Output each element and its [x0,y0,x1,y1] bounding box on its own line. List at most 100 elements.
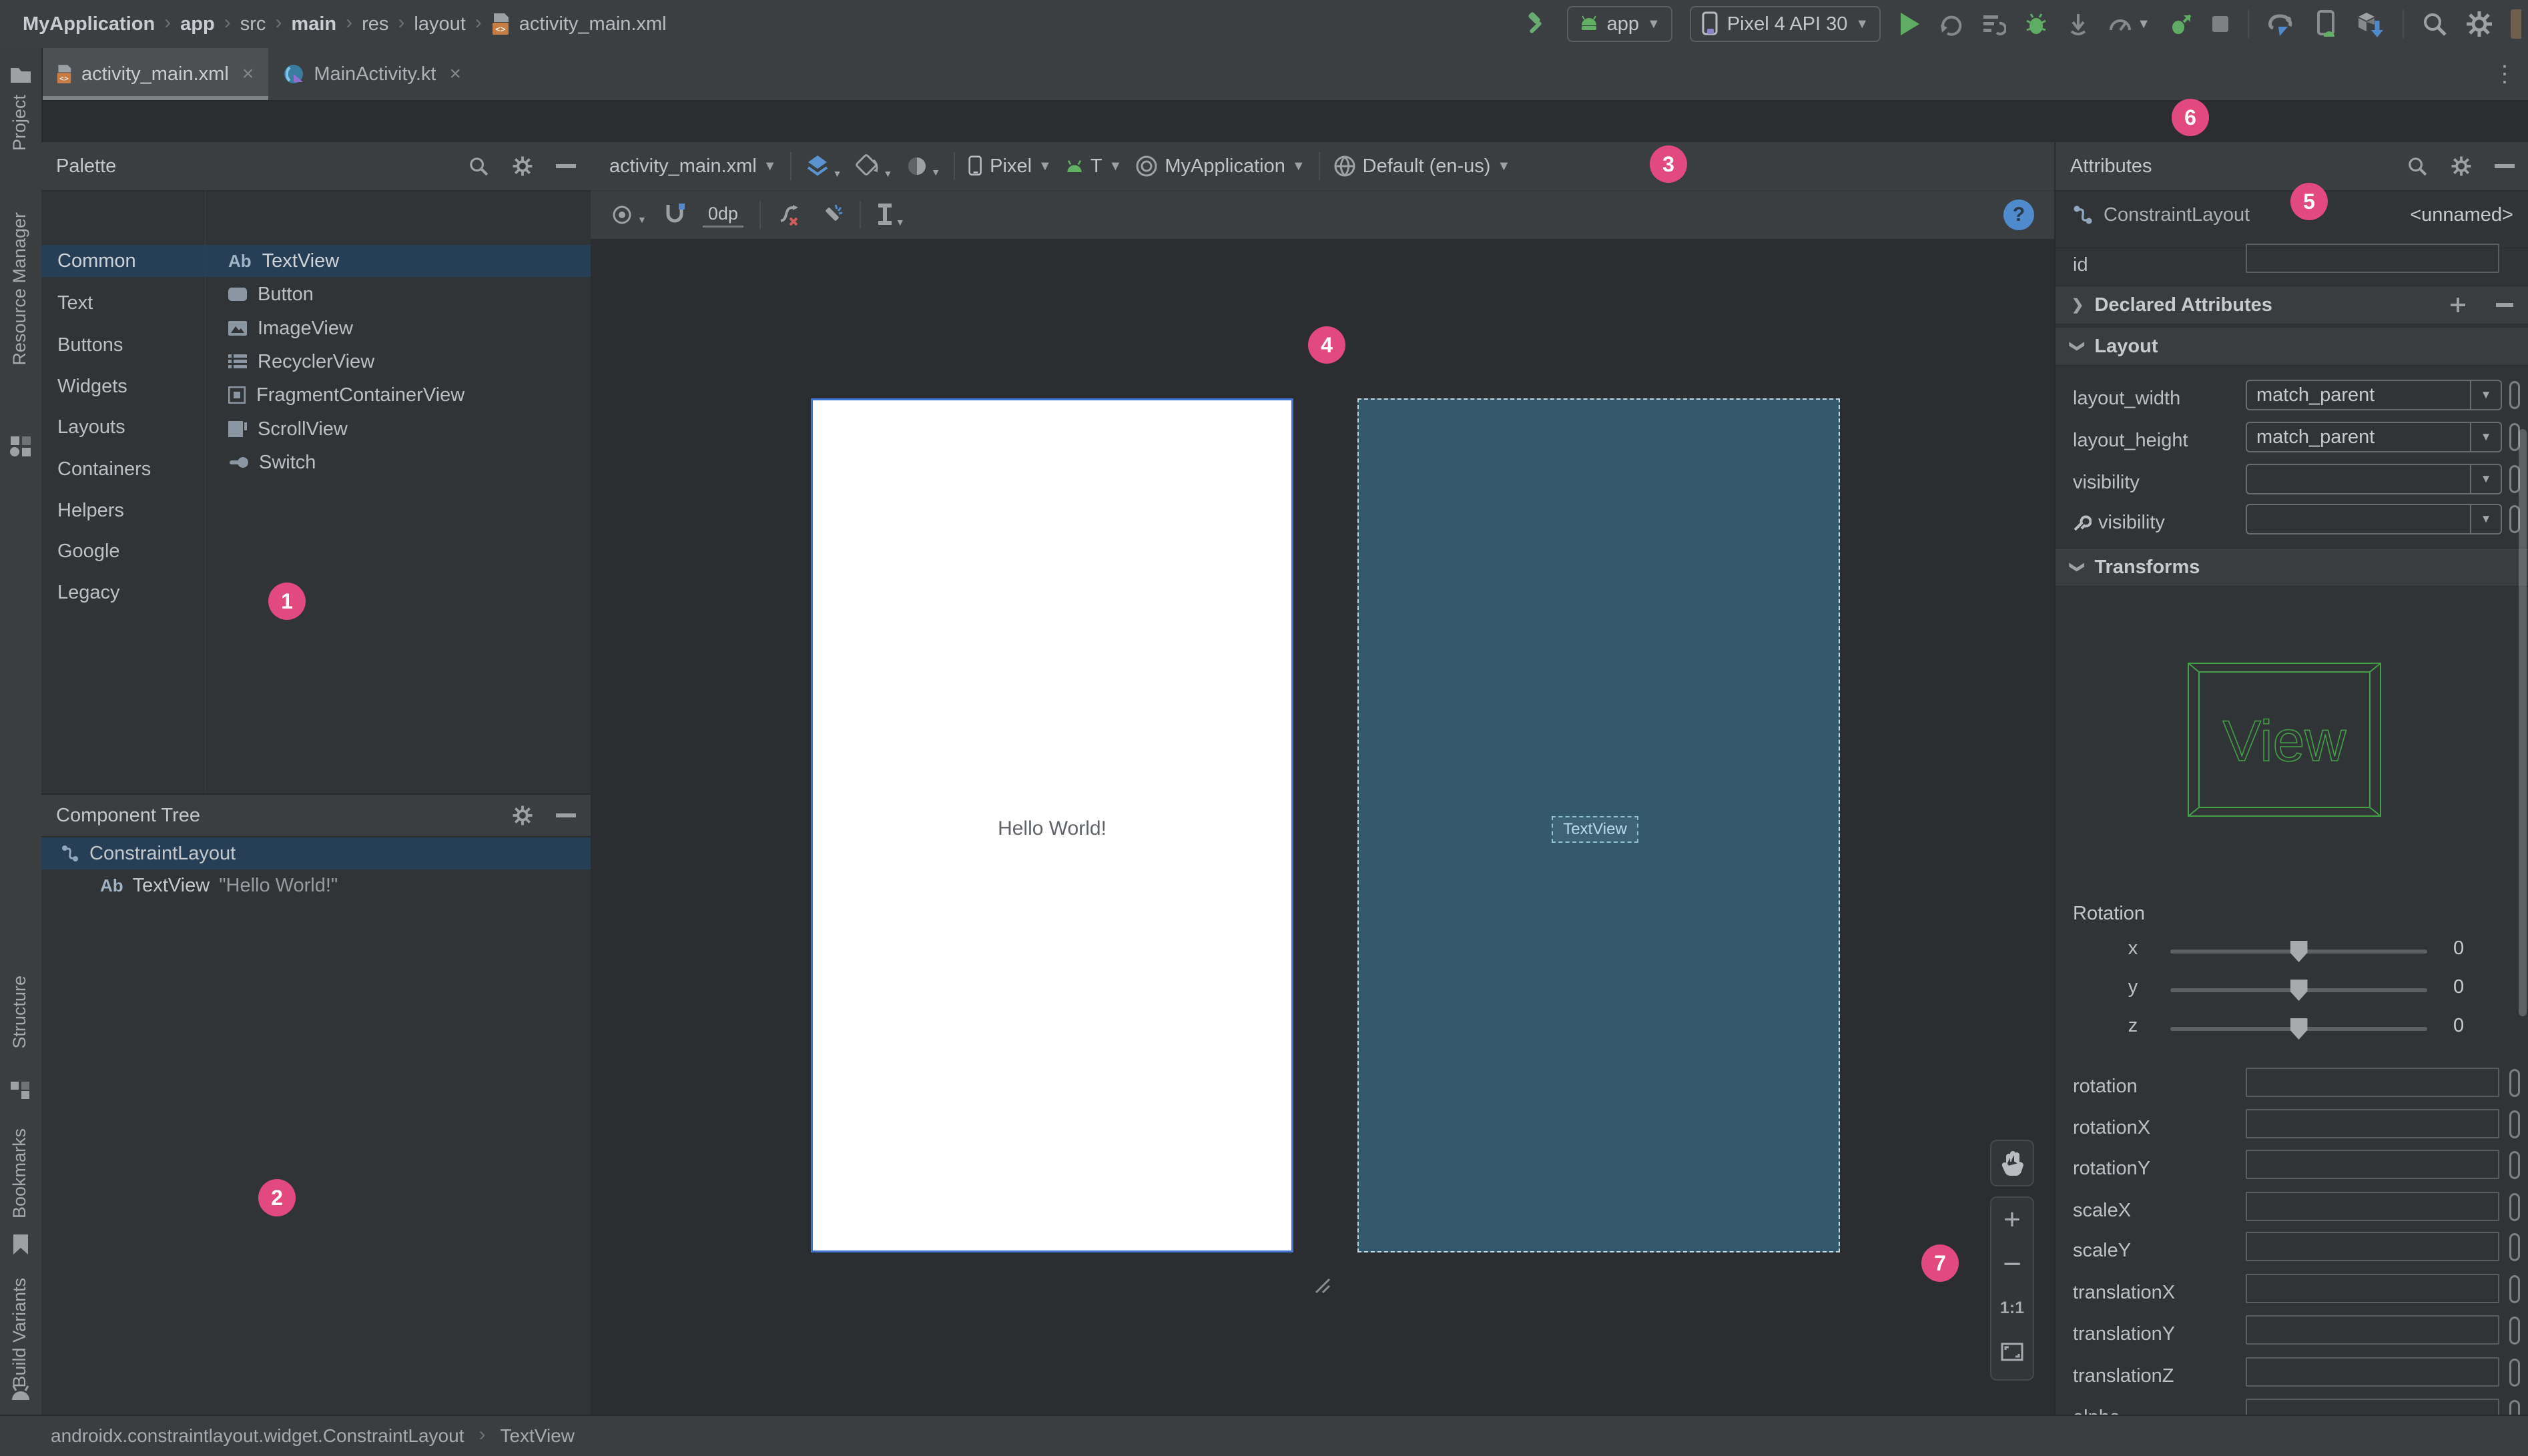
design-surface-select[interactable]: ▼ [805,153,842,179]
component-tree-minimize-icon[interactable] [556,813,576,818]
night-mode-select[interactable]: ▼ [906,155,940,177]
alpha-input[interactable] [2246,1399,2499,1415]
build-hammer-icon[interactable] [1523,11,1550,37]
tab-options-kebab-icon[interactable]: ⋮ [2493,61,2516,87]
breadcrumb-layout[interactable]: layout [414,13,465,35]
id-input[interactable] [2246,244,2499,273]
attributes-minimize-icon[interactable] [2495,163,2515,169]
breadcrumb-project[interactable]: MyApplication [23,13,155,35]
layout-section[interactable]: ❯ Layout [2056,327,2528,366]
translationy-input[interactable] [2246,1315,2499,1345]
help-button[interactable]: ? [2003,200,2034,230]
guidelines-select[interactable]: ▼ [877,202,905,228]
tab-mainactivity-kt[interactable]: MainActivity.kt × [268,48,476,100]
slider-thumb[interactable] [2290,980,2308,1001]
project-folder-icon[interactable] [9,64,32,84]
breadcrumb-main[interactable]: main [291,13,336,35]
tools-visibility-combo[interactable]: ▼ [2246,504,2502,534]
sdk-manager-icon[interactable] [2357,10,2385,38]
hello-world-text[interactable]: Hello World! [813,817,1291,840]
rotation-pill[interactable] [2509,1069,2520,1097]
breadcrumb-app[interactable]: app [180,13,215,35]
rotationx-pill[interactable] [2509,1110,2520,1138]
run-configuration-select[interactable]: app ▼ [1566,6,1672,42]
palette-item-imageview[interactable]: ImageView [206,312,591,344]
palette-search-icon[interactable] [468,155,489,177]
transforms-section[interactable]: ❯ Transforms [2056,548,2528,587]
component-tree-gear-icon[interactable] [512,805,533,826]
translationy-pill[interactable] [2509,1317,2520,1345]
attributes-search-icon[interactable] [2407,155,2428,177]
scaley-input[interactable] [2246,1232,2499,1261]
palette-category-helpers[interactable]: Helpers [41,494,205,526]
palette-item-scrollview[interactable]: ScrollView [206,413,591,445]
palette-item-recyclerview[interactable]: RecyclerView [206,346,591,378]
translationx-pill[interactable] [2509,1275,2520,1303]
profile-avatar-partial[interactable] [2511,9,2521,39]
design-preview-phone[interactable]: Hello World! [811,398,1293,1252]
resource-manager-icon[interactable] [9,435,32,458]
close-icon[interactable]: × [449,63,461,85]
palette-item-switch[interactable]: Switch [206,446,591,478]
infer-constraints-button[interactable] [818,202,844,228]
slider-thumb[interactable] [2290,941,2308,962]
tool-strip-bookmarks[interactable]: Bookmarks [9,1128,30,1218]
zoom-in-button[interactable]: + [1991,1198,2033,1242]
tree-node-constraintlayout[interactable]: ConstraintLayout [41,837,591,869]
run-button[interactable] [1898,11,1921,37]
autoconnect-toggle[interactable] [663,202,687,228]
zoom-actual-button[interactable]: 1:1 [1991,1286,2033,1330]
zoom-out-button[interactable]: − [1991,1242,2033,1286]
layout-height-combo[interactable]: match_parent ▼ [2246,422,2502,452]
palette-category-text[interactable]: Text [41,287,205,319]
tool-strip-structure[interactable]: Structure [9,976,30,1049]
palette-item-fragmentcontainerview[interactable]: FragmentContainerView [206,379,591,411]
device-select[interactable]: Pixel 4 API 30 ▼ [1689,6,1881,42]
palette-settings-gear-icon[interactable] [512,155,533,177]
default-margins-button[interactable]: 0dp [702,202,743,228]
rotationy-pill[interactable] [2509,1151,2520,1179]
file-variant-select[interactable]: activity_main.xml ▼ [609,155,777,177]
search-everywhere-icon[interactable] [2421,11,2448,37]
debug-button[interactable] [2023,11,2049,37]
gradle-sync-icon[interactable] [2266,11,2296,37]
apply-code-changes-icon[interactable] [1981,11,2007,37]
breadcrumb-file[interactable]: activity_main.xml [519,13,667,35]
profiler-button[interactable]: ▼ [2108,11,2150,37]
layout-width-resource-pill[interactable] [2509,381,2520,409]
palette-category-containers[interactable]: Containers [41,453,205,485]
translationz-input[interactable] [2246,1357,2499,1387]
attach-debugger-icon[interactable] [2066,11,2090,37]
palette-item-button[interactable]: Button [206,278,591,310]
tool-strip-build-variants[interactable]: Build Variants [9,1278,30,1388]
translationx-input[interactable] [2246,1274,2499,1303]
clear-constraints-button[interactable] [777,202,802,228]
stop-button[interactable] [2210,14,2230,34]
scaley-pill[interactable] [2509,1233,2520,1261]
declared-attributes-section[interactable]: ❯ Declared Attributes [2056,286,2528,324]
add-attribute-icon[interactable] [2449,296,2467,314]
zoom-to-fit-button[interactable] [1991,1330,2033,1374]
theme-select[interactable]: MyApplication ▼ [1135,155,1305,177]
api-version-select[interactable]: T ▼ [1065,155,1122,177]
settings-gear-icon[interactable] [2465,10,2493,38]
resize-handle-icon[interactable] [1311,1274,1331,1294]
palette-category-google[interactable]: Google [41,535,205,567]
blueprint-textview[interactable]: TextView [1552,816,1638,843]
status-component-child[interactable]: TextView [500,1425,575,1447]
bookmark-icon[interactable] [11,1233,31,1256]
palette-category-widgets[interactable]: Widgets [41,370,205,402]
rotation-y-slider[interactable] [2170,980,2427,1001]
profile-debuggable-icon[interactable] [2168,11,2193,37]
pan-button[interactable] [1990,1140,2034,1186]
palette-category-legacy[interactable]: Legacy [41,577,205,609]
locale-select[interactable]: Default (en-us) ▼ [1333,155,1510,177]
palette-category-common[interactable]: Common [41,245,205,277]
rotation-x-slider[interactable] [2170,941,2427,962]
remove-attribute-icon[interactable] [2496,302,2513,308]
scalex-input[interactable] [2246,1192,2499,1221]
blueprint-preview-phone[interactable]: TextView [1357,398,1840,1252]
orientation-select[interactable]: ▼ [855,153,892,179]
palette-minimize-icon[interactable] [556,163,576,169]
rotation-z-slider[interactable] [2170,1018,2427,1040]
